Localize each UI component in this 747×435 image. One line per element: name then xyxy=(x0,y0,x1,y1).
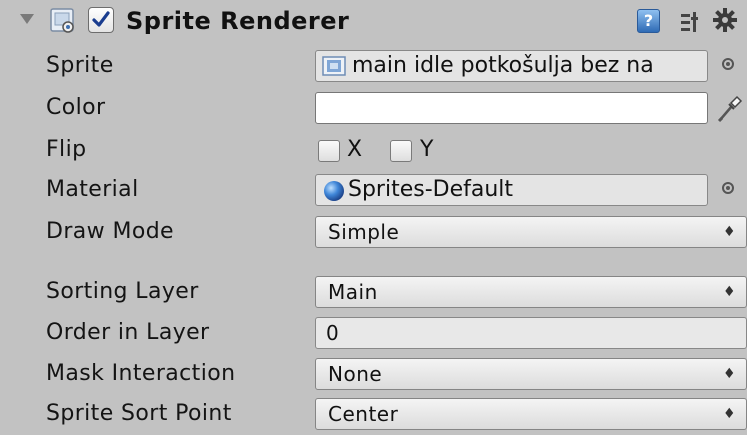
material-field[interactable]: Sprites-Default xyxy=(315,174,708,206)
mask-interaction-dropdown[interactable]: None ♦ xyxy=(315,358,747,390)
checkmark-icon xyxy=(92,11,110,27)
component-title: Sprite Renderer xyxy=(126,7,350,35)
dropdown-arrows-icon: ♦ xyxy=(722,406,736,422)
presets-icon[interactable] xyxy=(680,10,702,34)
mask-interaction-value: None xyxy=(328,362,383,386)
row-color: Color xyxy=(0,88,747,128)
sprite-renderer-icon xyxy=(50,8,74,33)
gear-icon[interactable] xyxy=(712,7,738,33)
color-swatch[interactable] xyxy=(315,92,708,124)
sprite-field[interactable]: main idle potkošulja bez na xyxy=(315,50,708,82)
dropdown-arrows-icon: ♦ xyxy=(722,366,736,382)
color-label: Color xyxy=(46,95,106,120)
flip-x-checkbox[interactable] xyxy=(318,140,340,162)
dropdown-arrows-icon: ♦ xyxy=(722,284,736,300)
component-header: Sprite Renderer ? xyxy=(0,0,747,46)
flip-y-label: Y xyxy=(420,137,434,162)
row-sorting-layer: Sorting Layer Main ♦ xyxy=(0,272,747,312)
eyedropper-icon[interactable] xyxy=(716,94,744,124)
row-flip: Flip X Y xyxy=(0,130,747,170)
sorting-layer-dropdown[interactable]: Main ♦ xyxy=(315,276,747,308)
row-mask-interaction: Mask Interaction None ♦ xyxy=(0,354,747,394)
draw-mode-label: Draw Mode xyxy=(46,219,174,244)
row-sprite-sort-point: Sprite Sort Point Center ♦ xyxy=(0,394,747,434)
order-in-layer-input[interactable]: 0 xyxy=(315,317,747,349)
sprite-sort-point-dropdown[interactable]: Center ♦ xyxy=(315,398,747,430)
row-draw-mode: Draw Mode Simple ♦ xyxy=(0,212,747,252)
material-sphere-icon xyxy=(324,181,344,201)
sprite-object-picker-icon[interactable] xyxy=(722,58,734,70)
sprite-asset-icon xyxy=(322,56,346,76)
dropdown-arrows-icon: ♦ xyxy=(722,224,736,240)
foldout-arrow-icon[interactable] xyxy=(20,14,34,24)
row-order-in-layer: Order in Layer 0 xyxy=(0,313,747,353)
sorting-layer-value: Main xyxy=(328,280,378,304)
flip-label: Flip xyxy=(46,137,87,162)
material-label: Material xyxy=(46,177,139,202)
row-material: Material Sprites-Default xyxy=(0,170,747,210)
draw-mode-value: Simple xyxy=(328,220,400,244)
mask-interaction-label: Mask Interaction xyxy=(46,361,236,386)
enabled-checkbox[interactable] xyxy=(88,7,114,33)
flip-x-label: X xyxy=(347,137,363,162)
sprite-value: main idle potkošulja bez na xyxy=(352,53,654,78)
sprite-label: Sprite xyxy=(46,53,114,78)
order-in-layer-label: Order in Layer xyxy=(46,320,210,345)
row-sprite: Sprite main idle potkošulja bez na xyxy=(0,46,747,86)
sprite-sort-point-label: Sprite Sort Point xyxy=(46,401,232,426)
help-icon[interactable]: ? xyxy=(637,9,660,33)
flip-y-checkbox[interactable] xyxy=(390,140,412,162)
material-value: Sprites-Default xyxy=(348,177,514,202)
material-object-picker-icon[interactable] xyxy=(722,182,734,194)
sorting-layer-label: Sorting Layer xyxy=(46,279,199,304)
draw-mode-dropdown[interactable]: Simple ♦ xyxy=(315,216,747,248)
sprite-sort-point-value: Center xyxy=(328,402,399,426)
